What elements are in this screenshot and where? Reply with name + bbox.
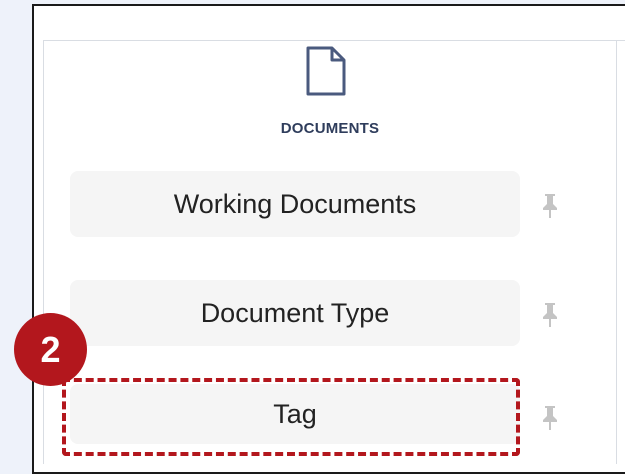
nav-item-label: Working Documents [173,188,417,219]
nav-item-label: Document Type [200,297,390,328]
tag-highlight-box [62,378,520,456]
panel-divider-top [43,40,625,41]
nav-item-document-type[interactable]: Document Type [70,280,520,346]
nav-item-working-documents[interactable]: Working Documents [70,171,520,237]
pin-icon[interactable] [542,405,558,431]
pin-icon[interactable] [542,302,558,328]
documents-section-label: DOCUMENTS [280,120,380,137]
document-icon[interactable] [306,46,346,96]
panel-divider-right [616,40,617,464]
step-number-badge: 2 [14,313,87,386]
pin-icon[interactable] [542,193,558,219]
panel-divider-left [43,40,44,464]
